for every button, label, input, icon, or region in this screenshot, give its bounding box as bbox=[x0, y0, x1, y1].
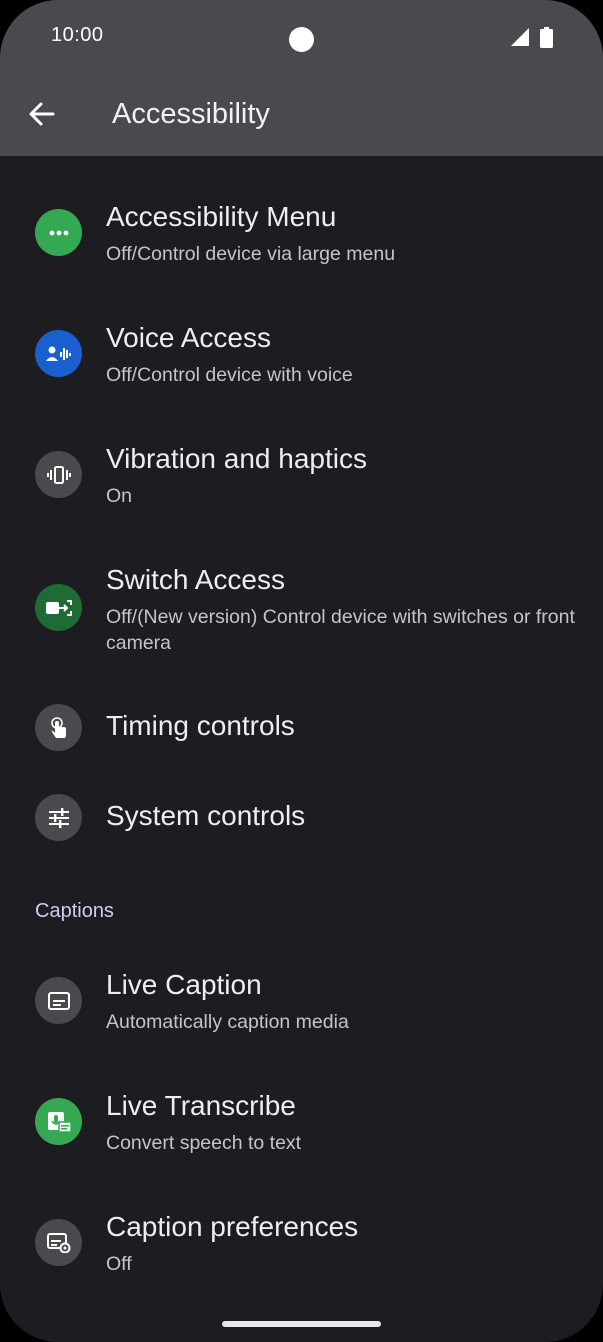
item-subtitle: Automatically caption media bbox=[106, 1011, 349, 1033]
item-title: Caption preferences bbox=[106, 1211, 359, 1242]
item-title: Live Caption bbox=[106, 969, 262, 1000]
vibration-icon bbox=[35, 451, 82, 498]
accessibility-menu-icon bbox=[35, 209, 82, 256]
item-title: System controls bbox=[106, 800, 306, 831]
status-time: 10:00 bbox=[51, 24, 104, 46]
item-title: Accessibility Menu bbox=[106, 201, 337, 232]
section-header-captions: Captions bbox=[35, 900, 114, 922]
list-item-system-controls[interactable]: System controls bbox=[0, 780, 603, 854]
camera-cutout bbox=[289, 27, 314, 52]
item-subtitle: Off/Control device with voice bbox=[106, 364, 353, 386]
list-item-live-transcribe[interactable]: Live Transcribe Convert speech to text bbox=[0, 1079, 603, 1179]
caption-settings-icon bbox=[35, 1219, 82, 1266]
item-subtitle: Off bbox=[106, 1253, 132, 1275]
touch-hand-icon bbox=[35, 704, 82, 751]
battery-icon bbox=[540, 27, 553, 48]
live-transcribe-icon bbox=[35, 1098, 82, 1145]
item-subtitle: Off/(New version) Control device with sw… bbox=[106, 606, 575, 654]
app-bar: 10:00 Accessibility bbox=[0, 0, 603, 156]
item-subtitle: On bbox=[106, 485, 133, 507]
list-item-accessibility-menu[interactable]: Accessibility Menu Off/Control device vi… bbox=[0, 190, 603, 290]
back-button[interactable] bbox=[24, 96, 60, 132]
item-subtitle: Convert speech to text bbox=[106, 1132, 302, 1154]
list-item-caption-preferences[interactable]: Caption preferences Off bbox=[0, 1200, 603, 1300]
item-title: Switch Access bbox=[106, 564, 285, 595]
page-title: Accessibility bbox=[112, 98, 270, 130]
list-item-vibration[interactable]: Vibration and haptics On bbox=[0, 432, 603, 532]
list-item-switch-access[interactable]: Switch Access Off/(New version) Control … bbox=[0, 553, 603, 673]
list-item-voice-access[interactable]: Voice Access Off/Control device with voi… bbox=[0, 311, 603, 411]
list-item-timing-controls[interactable]: Timing controls bbox=[0, 690, 603, 764]
switch-access-icon bbox=[35, 584, 82, 631]
caption-icon bbox=[35, 977, 82, 1024]
item-subtitle: Off/Control device via large menu bbox=[106, 243, 396, 265]
phone-screen: 10:00 Accessibility Accessibility Menu O… bbox=[0, 0, 603, 1342]
item-title: Timing controls bbox=[106, 710, 295, 741]
signal-icon bbox=[511, 28, 529, 46]
voice-access-icon bbox=[35, 330, 82, 377]
item-title: Vibration and haptics bbox=[106, 443, 367, 474]
item-title: Voice Access bbox=[106, 322, 271, 353]
list-item-live-caption[interactable]: Live Caption Automatically caption media bbox=[0, 958, 603, 1058]
arrow-back-icon bbox=[29, 102, 55, 126]
gesture-nav-bar[interactable] bbox=[222, 1321, 381, 1327]
item-title: Live Transcribe bbox=[106, 1090, 296, 1121]
sliders-icon bbox=[35, 794, 82, 841]
